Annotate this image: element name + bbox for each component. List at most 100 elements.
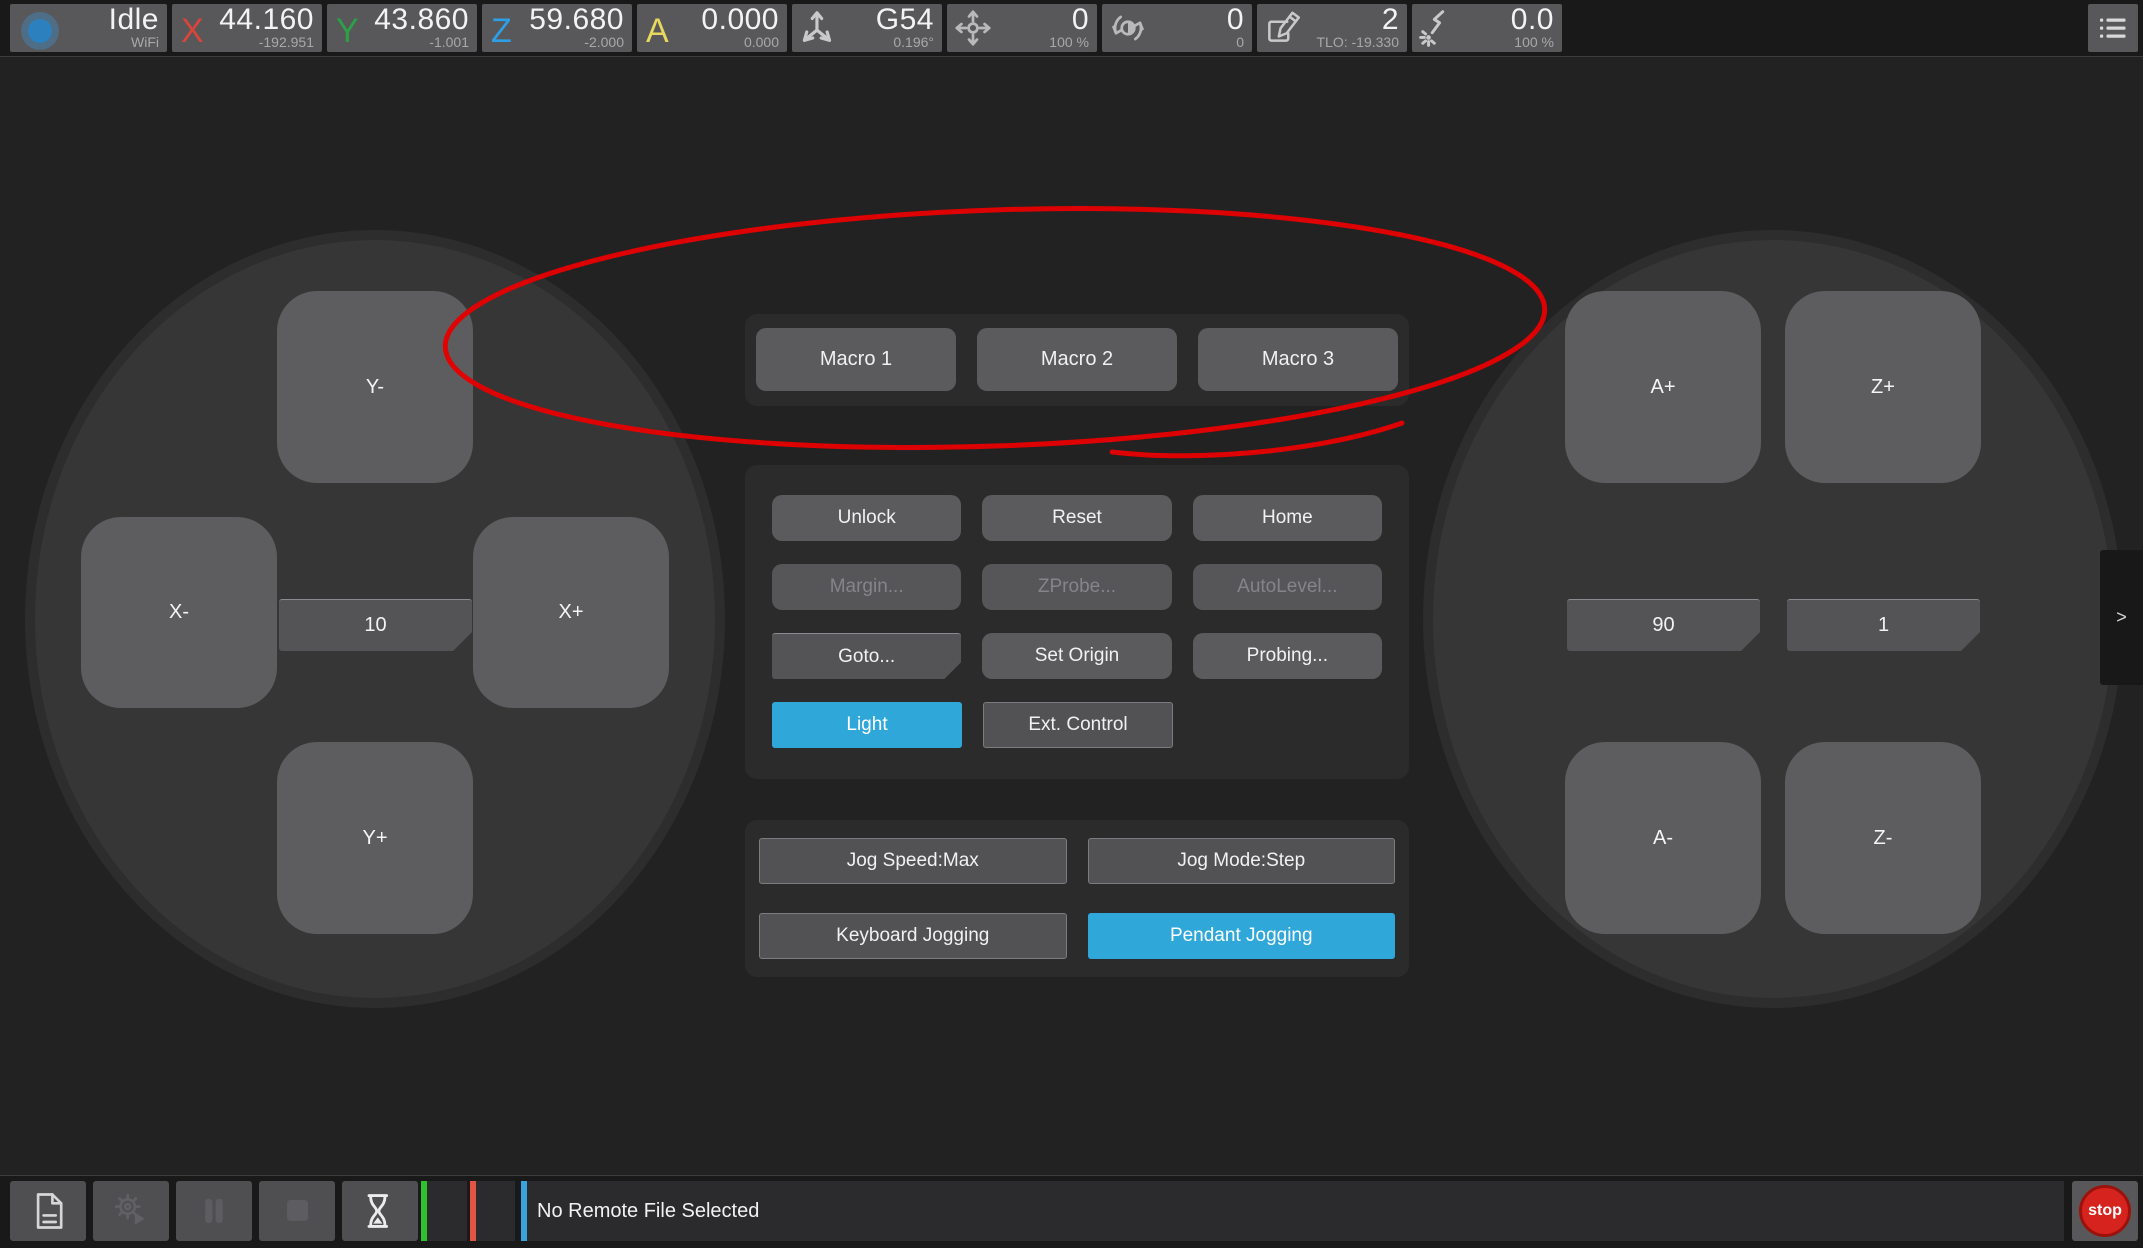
stop-square-icon [275, 1189, 319, 1233]
set-origin-button[interactable]: Set Origin [982, 633, 1171, 679]
pause-button [176, 1181, 252, 1241]
blue-indicator-bar [521, 1181, 527, 1241]
axis-x-value: 44.160 [219, 3, 314, 37]
control-row-3: Goto... Set Origin Probing... [772, 633, 1382, 679]
tool-number: 2 [1382, 3, 1399, 37]
control-row-1: Unlock Reset Home [772, 495, 1382, 541]
connection-status-icon [18, 8, 62, 52]
jog-row-1: Jog Speed:Max Jog Mode:Step [759, 838, 1395, 884]
spindle-cell[interactable]: 0 0 [1102, 4, 1252, 52]
control-row-4: Light Ext. Control [772, 702, 1382, 748]
jog-a-plus-button[interactable]: A+ [1565, 291, 1761, 483]
laser-percent: 100 % [1514, 34, 1554, 50]
emergency-stop-button[interactable]: stop [2072, 1181, 2138, 1241]
axis-y-value: 43.860 [374, 3, 469, 37]
home-button[interactable]: Home [1193, 495, 1382, 541]
wcs-cell[interactable]: G54 0.196° [792, 4, 942, 52]
light-toggle[interactable]: Light [772, 702, 962, 748]
job-timer-button[interactable] [342, 1181, 418, 1241]
spindle-value: 0 [1227, 3, 1244, 37]
margin-button: Margin... [772, 564, 961, 610]
jog-x-plus-button[interactable]: X+ [473, 517, 669, 708]
machine-status-cell[interactable]: Idle WiFi [10, 4, 167, 52]
reset-button[interactable]: Reset [982, 495, 1171, 541]
goto-button[interactable]: Goto... [772, 633, 961, 679]
axis-a-machine-value: 0.000 [744, 34, 779, 50]
a-step-value[interactable]: 90 [1567, 599, 1760, 651]
control-panel: Unlock Reset Home Margin... ZProbe... Au… [745, 465, 1409, 779]
laser-icon [1417, 7, 1459, 49]
jog-settings-panel: Jog Speed:Max Jog Mode:Step Keyboard Jog… [745, 820, 1409, 977]
side-flyout-handle[interactable]: > [2100, 550, 2143, 685]
bottom-toolbar: No Remote File Selected stop [0, 1175, 2143, 1248]
cnc-controller-screen: Idle WiFi X 44.160 -192.951 Y 43.860 -1.… [0, 0, 2143, 1248]
spindle-sub: 0 [1236, 34, 1244, 50]
jog-z-minus-button[interactable]: Z- [1785, 742, 1981, 934]
tool-cell[interactable]: 2 TLO: -19.330 [1257, 4, 1407, 52]
network-label: WiFi [131, 34, 159, 50]
hourglass-icon [358, 1189, 402, 1233]
axis-a-value: 0.000 [701, 3, 779, 37]
axis-z-value: 59.680 [529, 3, 624, 37]
macro-3-button[interactable]: Macro 3 [1198, 328, 1398, 391]
indicator-segment-2 [470, 1181, 515, 1241]
green-indicator-bar [421, 1181, 427, 1241]
spindle-rotation-icon [1107, 7, 1149, 49]
dro-y-cell[interactable]: Y 43.860 -1.001 [327, 4, 477, 52]
tool-edit-icon [1262, 7, 1304, 49]
stop-job-button [259, 1181, 335, 1241]
axis-y-machine-value: -1.001 [429, 34, 469, 50]
remote-file-status-message: No Remote File Selected [537, 1181, 759, 1241]
axis-a-label: A [646, 12, 669, 51]
axis-z-machine-value: -2.000 [584, 34, 624, 50]
zprobe-button: ZProbe... [982, 564, 1171, 610]
jog-z-plus-button[interactable]: Z+ [1785, 291, 1981, 483]
dro-a-cell[interactable]: A 0.000 0.000 [637, 4, 787, 52]
az-jog-pad [1423, 230, 2123, 1008]
wcs-rotation: 0.196° [893, 34, 934, 50]
axis-y-label: Y [336, 12, 359, 51]
feed-percent: 100 % [1049, 34, 1089, 50]
keyboard-jogging-toggle[interactable]: Keyboard Jogging [759, 913, 1067, 959]
jog-y-plus-button[interactable]: Y+ [277, 742, 473, 934]
pendant-jogging-toggle[interactable]: Pendant Jogging [1088, 913, 1396, 959]
jog-x-minus-button[interactable]: X- [81, 517, 277, 708]
jog-a-minus-button[interactable]: A- [1565, 742, 1761, 934]
remote-file-status-strip: No Remote File Selected [521, 1181, 2064, 1241]
dro-x-cell[interactable]: X 44.160 -192.951 [172, 4, 322, 52]
emergency-stop-label: stop [2079, 1185, 2131, 1237]
pause-icon [192, 1189, 236, 1233]
wcs-value: G54 [876, 3, 934, 37]
macro-panel: Macro 1 Macro 2 Macro 3 [745, 314, 1409, 406]
laser-cell[interactable]: 0.0 100 % [1412, 4, 1562, 52]
macro-2-button[interactable]: Macro 2 [977, 328, 1177, 391]
xy-step-value[interactable]: 10 [279, 599, 472, 651]
axis-x-label: X [181, 12, 204, 51]
jog-row-2: Keyboard Jogging Pendant Jogging [759, 913, 1395, 959]
feed-value: 0 [1072, 3, 1089, 37]
dro-z-cell[interactable]: Z 59.680 -2.000 [482, 4, 632, 52]
run-job-button [93, 1181, 169, 1241]
file-icon [26, 1189, 70, 1233]
macro-1-button[interactable]: Macro 1 [756, 328, 956, 391]
control-row-2: Margin... ZProbe... AutoLevel... [772, 564, 1382, 610]
axis-z-label: Z [491, 12, 512, 51]
autolevel-button: AutoLevel... [1193, 564, 1382, 610]
gear-play-icon [109, 1189, 153, 1233]
main-menu-button[interactable] [2088, 4, 2138, 52]
ext-control-toggle[interactable]: Ext. Control [983, 702, 1173, 748]
unlock-button[interactable]: Unlock [772, 495, 961, 541]
status-bar: Idle WiFi X 44.160 -192.951 Y 43.860 -1.… [0, 0, 2143, 57]
tool-tlo: TLO: -19.330 [1317, 34, 1400, 50]
machine-state: Idle [109, 3, 159, 37]
indicator-segment-1 [421, 1181, 467, 1241]
jog-mode-button[interactable]: Jog Mode:Step [1088, 838, 1396, 884]
coordinate-system-icon [797, 7, 839, 49]
jog-y-minus-button[interactable]: Y- [277, 291, 473, 483]
jog-speed-button[interactable]: Jog Speed:Max [759, 838, 1067, 884]
feed-override-cell[interactable]: 0 100 % [947, 4, 1097, 52]
laser-value: 0.0 [1511, 3, 1554, 37]
file-open-button[interactable] [10, 1181, 86, 1241]
z-step-value[interactable]: 1 [1787, 599, 1980, 651]
probing-button[interactable]: Probing... [1193, 633, 1382, 679]
